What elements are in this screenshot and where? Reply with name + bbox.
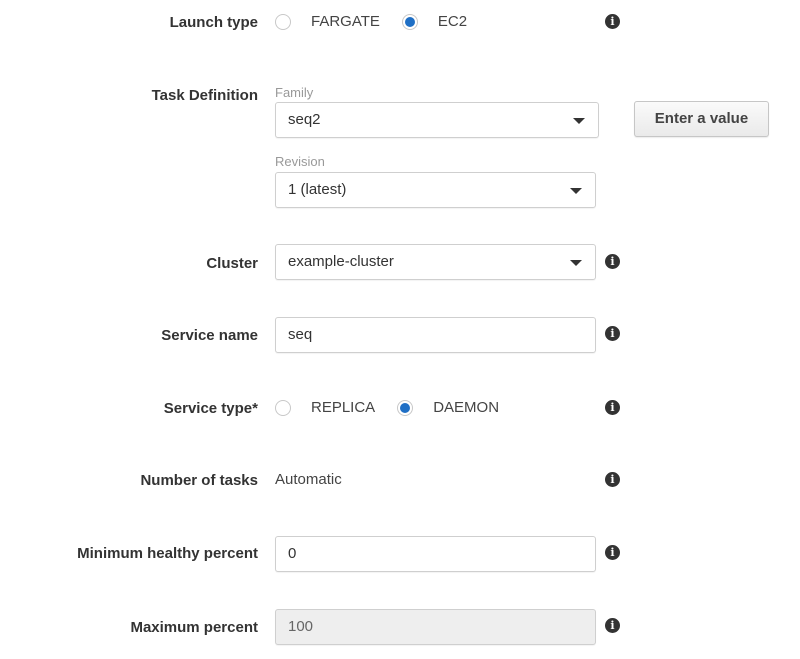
maximum-percent-value: 100	[288, 618, 314, 635]
caret-down-icon	[573, 118, 585, 124]
cluster-select[interactable]: example-cluster	[275, 244, 596, 280]
task-definition-label: Task Definition	[151, 87, 258, 104]
revision-select-value: 1 (latest)	[288, 181, 347, 198]
service-type-replica-label[interactable]: REPLICA	[311, 399, 375, 416]
family-select-value: seq2	[288, 111, 321, 128]
cluster-label: Cluster	[206, 255, 258, 272]
cluster-info-icon[interactable]: i	[605, 254, 620, 269]
service-name-input[interactable]: seq	[275, 317, 596, 353]
service-name-label: Service name	[161, 327, 258, 344]
launch-type-ec2-label[interactable]: EC2	[438, 13, 467, 30]
service-name-info-icon[interactable]: i	[605, 326, 620, 341]
service-type-daemon-label[interactable]: DAEMON	[433, 399, 499, 416]
number-of-tasks-value: Automatic	[275, 471, 342, 488]
revision-select[interactable]: 1 (latest)	[275, 172, 596, 208]
maximum-percent-label: Maximum percent	[130, 619, 258, 636]
launch-type-fargate-radio[interactable]	[275, 13, 291, 30]
launch-type-ec2-radio[interactable]	[401, 13, 418, 30]
service-type-radio-group: REPLICA DAEMON	[275, 399, 521, 416]
family-label: Family	[275, 85, 314, 100]
service-type-info-icon[interactable]: i	[605, 400, 620, 415]
service-name-input-value: seq	[288, 326, 313, 343]
minimum-healthy-percent-input[interactable]: 0	[275, 536, 596, 572]
caret-down-icon	[570, 188, 582, 194]
launch-type-info-icon[interactable]: i	[605, 14, 620, 29]
service-type-daemon-radio[interactable]	[397, 399, 414, 416]
minimum-healthy-percent-info-icon[interactable]: i	[605, 545, 620, 560]
launch-type-label: Launch type	[169, 14, 258, 31]
number-of-tasks-info-icon[interactable]: i	[605, 472, 620, 487]
caret-down-icon	[570, 260, 582, 266]
cluster-select-value: example-cluster	[288, 253, 394, 270]
minimum-healthy-percent-value: 0	[288, 545, 297, 562]
maximum-percent-input: 100	[275, 609, 596, 645]
number-of-tasks-label: Number of tasks	[140, 472, 258, 489]
launch-type-radio-group: FARGATE EC2	[275, 13, 489, 30]
minimum-healthy-percent-label: Minimum healthy percent	[77, 545, 258, 562]
service-type-replica-radio[interactable]	[275, 399, 291, 416]
family-select[interactable]: seq2	[275, 102, 599, 138]
service-type-label: Service type*	[163, 400, 258, 417]
enter-a-value-button[interactable]: Enter a value	[634, 101, 769, 137]
maximum-percent-info-icon[interactable]: i	[605, 618, 620, 633]
launch-type-fargate-label[interactable]: FARGATE	[311, 13, 380, 30]
revision-label: Revision	[275, 154, 325, 169]
